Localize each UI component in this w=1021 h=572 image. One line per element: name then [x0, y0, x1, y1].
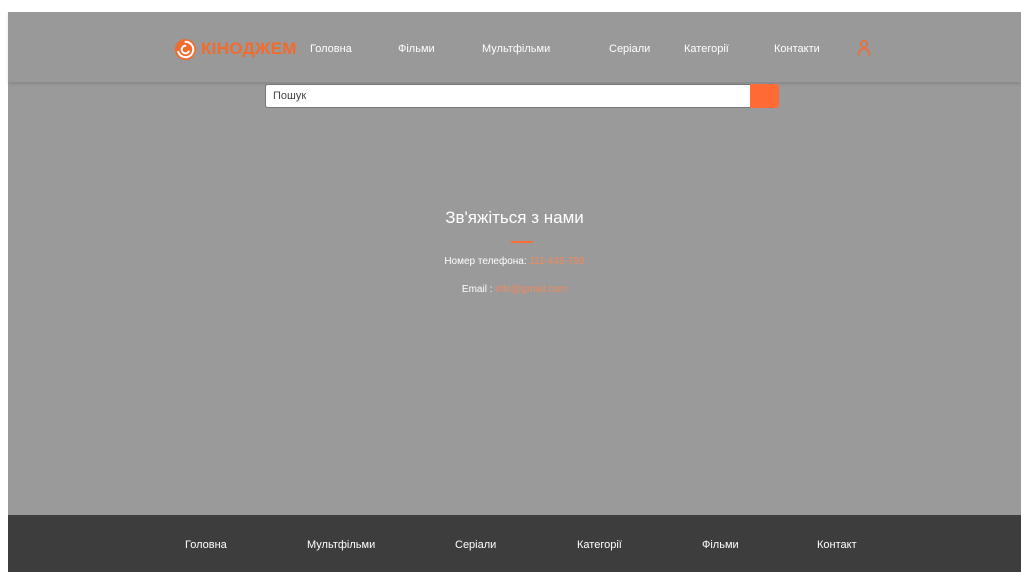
nav-item-movies[interactable]: Фільми [398, 43, 435, 55]
footer-item-cartoons[interactable]: Мультфільми [307, 539, 375, 551]
logo-text: КІНОДЖЕМ [201, 39, 297, 58]
search-input[interactable] [265, 84, 751, 108]
nav-item-cartoons[interactable]: Мультфільми [482, 43, 550, 55]
nav-item-home[interactable]: Головна [310, 43, 352, 55]
nav-item-series[interactable]: Серіали [609, 43, 650, 55]
email-line: Email : info@gmail.com [8, 284, 1021, 295]
footer-item-home[interactable]: Головна [185, 539, 227, 551]
footer-item-categories[interactable]: Категорії [577, 539, 622, 551]
title-divider [511, 241, 533, 243]
header: КІНОДЖЕМ Головна Фільми Мультфільми Сері… [8, 12, 1021, 82]
footer-item-series[interactable]: Серіали [455, 539, 496, 551]
logo[interactable]: КІНОДЖЕМ [174, 37, 297, 61]
page: КІНОДЖЕМ Головна Фільми Мультфільми Сері… [8, 12, 1021, 572]
phone-value[interactable]: 111-445-789 [529, 256, 584, 267]
nav-item-categories[interactable]: Категорії [684, 43, 729, 55]
footer-item-movies[interactable]: Фільми [702, 539, 739, 551]
email-value[interactable]: info@gmail.com [495, 284, 567, 295]
phone-line: Номер телефона: 111-445-789 [8, 256, 1021, 267]
footer-item-contact[interactable]: Контакт [817, 539, 857, 551]
swirl-logo-icon [174, 38, 197, 60]
email-label: Email : [461, 284, 493, 295]
phone-label: Номер телефона: [444, 256, 527, 267]
footer: Головна Мультфільми Серіали Категорії Фі… [8, 515, 1021, 572]
contact-title: Зв'яжіться з нами [445, 208, 584, 227]
user-icon[interactable] [857, 39, 871, 57]
nav-item-contacts[interactable]: Контакти [774, 43, 820, 55]
search-button[interactable] [750, 84, 779, 108]
